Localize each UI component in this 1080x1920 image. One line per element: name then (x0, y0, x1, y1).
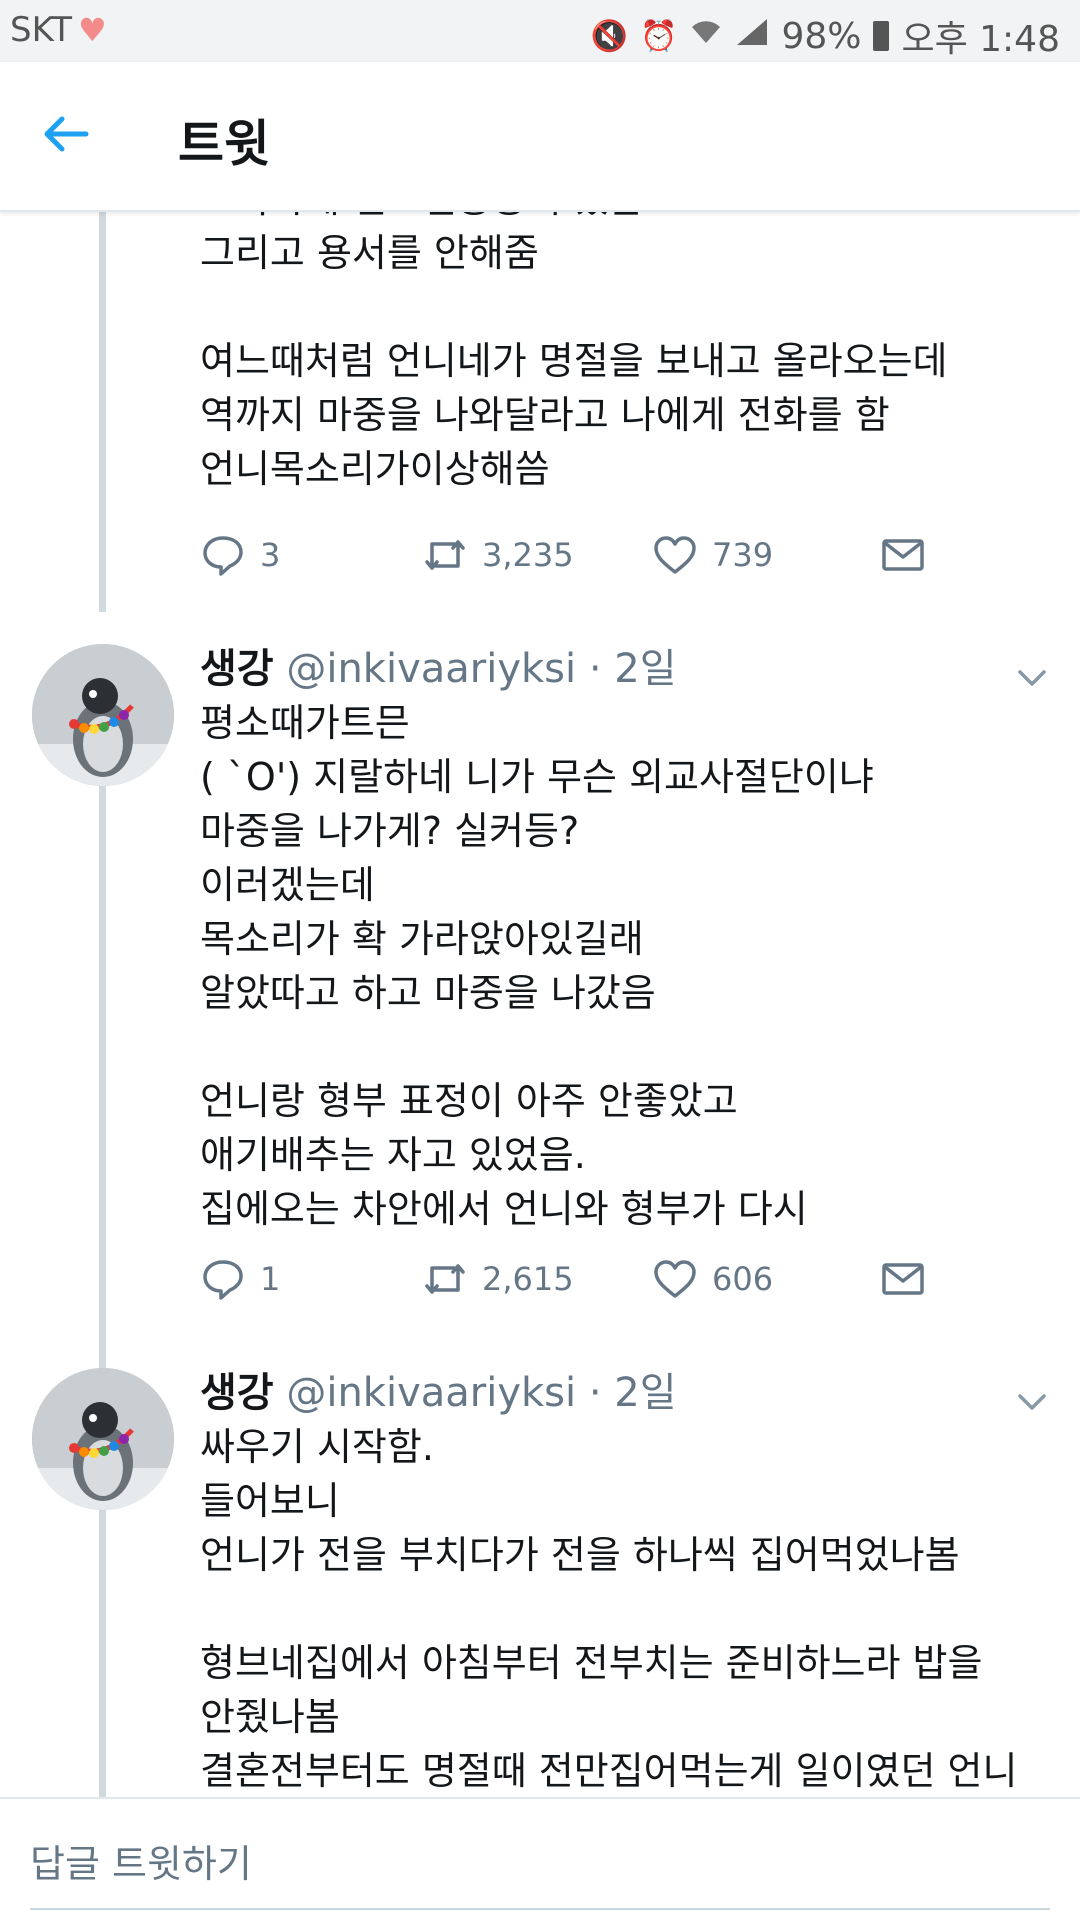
header: 트윗 (0, 62, 1080, 212)
tweet-time: 2일 (614, 646, 677, 692)
reply-button[interactable]: 1 (200, 1256, 280, 1302)
status-bar: SKT ♥ 🔇 ⏰ 98% 오후 1:48 (0, 0, 1080, 62)
separator-dot: · (588, 646, 602, 692)
retweet-button[interactable]: 2,615 (422, 1256, 574, 1302)
separator-dot: · (588, 1370, 602, 1416)
retweet-icon (425, 1264, 465, 1294)
reply-count: 3 (260, 536, 281, 574)
thread-connector (99, 212, 106, 612)
share-dm-button[interactable] (880, 532, 926, 578)
reply-bar: 답글 트윗하기 (0, 1797, 1080, 1920)
mute-icon: 🔇 (590, 18, 629, 54)
reply-icon (203, 536, 243, 576)
retweet-icon (425, 540, 465, 570)
author-handle[interactable]: @inkivaariyksi (286, 646, 576, 692)
author-name[interactable]: 생강 (200, 1370, 274, 1416)
heart-outline-icon (654, 1260, 696, 1298)
reply-icon (203, 1260, 243, 1300)
reply-button[interactable]: 3 (200, 532, 280, 578)
retweet-button[interactable]: 3,235 (422, 532, 574, 578)
envelope-icon (882, 1263, 924, 1295)
avatar[interactable] (32, 1368, 174, 1510)
author-handle[interactable]: @inkivaariyksi (286, 1370, 576, 1416)
signal-icon (735, 17, 769, 55)
tweet-time: 2일 (614, 1370, 677, 1416)
share-dm-button[interactable] (880, 1256, 926, 1302)
penguin-avatar-icon (32, 1368, 174, 1510)
chevron-down-icon[interactable] (1014, 660, 1050, 696)
tweet-header: 생강 @inkivaariyksi · 2일 (200, 642, 1040, 696)
alarm-icon: ⏰ (640, 18, 678, 54)
reply-input-underline (30, 1908, 1050, 1910)
retweet-count: 3,235 (482, 536, 574, 574)
tweet-text: 오묵하게 일으킨공공이 있음. 그리고 용서를 안해줌 여느때처럼 언니네가 명… (200, 212, 948, 491)
reply-count: 1 (260, 1260, 281, 1298)
penguin-avatar-icon (32, 644, 174, 786)
tweet-text: 싸우기 시작함. 들어보니 언니가 전을 부치다가 전을 하나씩 집어먹었나봄 … (200, 1425, 1018, 1793)
wifi-icon (689, 17, 723, 55)
clock: 오후 1:48 (901, 19, 1060, 60)
chevron-down-icon[interactable] (1014, 1384, 1050, 1420)
tweet-text: 평소때가트믄 ( `O') 지랄하네 니가 무슨 외교사절단이냐 마중을 나가게… (200, 701, 874, 1231)
back-arrow-icon[interactable] (38, 107, 92, 161)
like-count: 739 (712, 536, 774, 574)
carrier-label: SKT (10, 10, 73, 50)
avatar[interactable] (32, 644, 174, 786)
tweet-actions: 1 2,615 606 (200, 1256, 960, 1316)
reply-input[interactable]: 답글 트윗하기 (30, 1833, 252, 1888)
heart-outline-icon (654, 536, 696, 574)
tweet-actions: 3 3,235 739 (200, 532, 960, 592)
status-right: 🔇 ⏰ 98% 오후 1:48 (591, 10, 1060, 62)
like-count: 606 (712, 1260, 774, 1298)
page-title: 트윗 (178, 115, 270, 173)
like-button[interactable]: 606 (652, 1256, 773, 1302)
retweet-count: 2,615 (482, 1260, 574, 1298)
heart-icon: ♥ (78, 11, 107, 49)
tweet-thread[interactable]: 오묵하게 일으킨공공이 있음. 그리고 용서를 안해줌 여느때처럼 언니네가 명… (0, 212, 1080, 1797)
thread-connector (99, 1502, 106, 1797)
tweet-header: 생강 @inkivaariyksi · 2일 (200, 1366, 1040, 1420)
like-button[interactable]: 739 (652, 532, 773, 578)
status-left: SKT ♥ (10, 10, 107, 50)
battery-percent: 98% (781, 15, 862, 57)
envelope-icon (882, 539, 924, 571)
author-name[interactable]: 생강 (200, 646, 274, 692)
battery-icon (873, 21, 890, 51)
